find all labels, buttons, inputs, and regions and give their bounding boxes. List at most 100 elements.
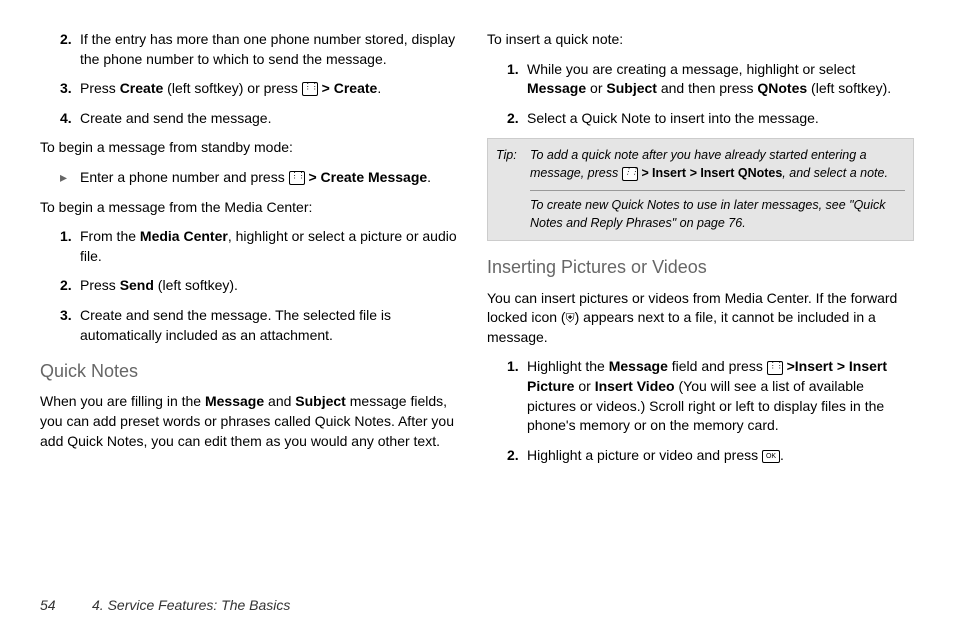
text: To create new Quick Notes to use in late… bbox=[530, 198, 886, 230]
bold-text: Message bbox=[205, 393, 264, 409]
section-lead: To begin a message from standby mode: bbox=[40, 138, 467, 158]
list-item: ▸ Enter a phone number and press > Creat… bbox=[40, 168, 467, 188]
text: Press bbox=[80, 80, 120, 96]
two-column-layout: 2. If the entry has more than one phone … bbox=[40, 30, 914, 578]
text: (left softkey). bbox=[807, 80, 891, 96]
divider bbox=[530, 190, 905, 191]
bold-text: Message bbox=[527, 80, 586, 96]
text: When you are filling in the bbox=[40, 393, 205, 409]
text: Highlight the bbox=[527, 358, 609, 374]
text: or bbox=[586, 80, 606, 96]
bold-text: Insert QNotes bbox=[700, 166, 782, 180]
page-number: 54 bbox=[40, 596, 64, 616]
list-number: 3. bbox=[60, 79, 80, 99]
list-body: Enter a phone number and press > Create … bbox=[80, 168, 467, 188]
bold-text: Send bbox=[120, 277, 154, 293]
bold-text: Create bbox=[120, 80, 164, 96]
text: From the bbox=[80, 228, 140, 244]
text: and then press bbox=[657, 80, 757, 96]
text: Highlight a picture or video and press bbox=[527, 447, 762, 463]
tip-label: Tip: bbox=[496, 147, 530, 232]
list-body: Select a Quick Note to insert into the m… bbox=[527, 109, 914, 129]
list-item: 2. If the entry has more than one phone … bbox=[40, 30, 467, 69]
bold-text: Subject bbox=[606, 80, 657, 96]
heading-inserting-pictures: Inserting Pictures or Videos bbox=[487, 255, 914, 280]
text: and bbox=[264, 393, 295, 409]
document-page: 2. If the entry has more than one phone … bbox=[0, 0, 954, 636]
list-item: 2. Highlight a picture or video and pres… bbox=[487, 446, 914, 466]
text: (left softkey) or press bbox=[163, 80, 301, 96]
list-item: 1. Highlight the Message field and press… bbox=[487, 357, 914, 435]
text: Press bbox=[80, 277, 120, 293]
section-lead: To insert a quick note: bbox=[487, 30, 914, 50]
text: While you are creating a message, highli… bbox=[527, 61, 855, 77]
chevron-icon: > bbox=[322, 80, 330, 96]
bold-text: QNotes bbox=[757, 80, 807, 96]
list-body: Highlight a picture or video and press O… bbox=[527, 446, 914, 466]
list-number: 4. bbox=[60, 109, 80, 129]
paragraph: When you are filling in the Message and … bbox=[40, 392, 467, 451]
text: . bbox=[780, 447, 784, 463]
bold-text: Media Center bbox=[140, 228, 228, 244]
list-body: Create and send the message. The selecte… bbox=[80, 306, 467, 345]
list-body: From the Media Center, highlight or sele… bbox=[80, 227, 467, 266]
list-body: Create and send the message. bbox=[80, 109, 467, 129]
chapter-title: 4. Service Features: The Basics bbox=[92, 596, 290, 616]
text: or bbox=[574, 378, 594, 394]
bold-text: Insert bbox=[795, 358, 833, 374]
list-item: 1. While you are creating a message, hig… bbox=[487, 60, 914, 99]
text: (left softkey). bbox=[154, 277, 238, 293]
text: Enter a phone number and press bbox=[80, 169, 289, 185]
list-number: 2. bbox=[507, 446, 527, 466]
list-body: While you are creating a message, highli… bbox=[527, 60, 914, 99]
text: . bbox=[427, 169, 431, 185]
tip-box: Tip: To add a quick note after you have … bbox=[487, 138, 914, 241]
bold-text: Insert Video bbox=[595, 378, 675, 394]
chevron-icon: > bbox=[837, 358, 845, 374]
chevron-icon: > bbox=[308, 169, 316, 185]
right-column: To insert a quick note: 1. While you are… bbox=[487, 30, 914, 578]
menu-key-icon bbox=[289, 171, 305, 185]
list-item: 4. Create and send the message. bbox=[40, 109, 467, 129]
left-column: 2. If the entry has more than one phone … bbox=[40, 30, 467, 578]
bold-text: Create bbox=[334, 80, 378, 96]
text: . bbox=[377, 80, 381, 96]
list-body: Press Send (left softkey). bbox=[80, 276, 467, 296]
bullet-icon: ▸ bbox=[60, 168, 80, 188]
bold-text: Subject bbox=[295, 393, 346, 409]
ok-key-icon: OK bbox=[762, 450, 780, 463]
list-body: Highlight the Message field and press >I… bbox=[527, 357, 914, 435]
bold-text: Message bbox=[609, 358, 668, 374]
text: field and press bbox=[668, 358, 767, 374]
heading-quick-notes: Quick Notes bbox=[40, 359, 467, 384]
list-item: 1. From the Media Center, highlight or s… bbox=[40, 227, 467, 266]
paragraph: You can insert pictures or videos from M… bbox=[487, 289, 914, 348]
list-body: If the entry has more than one phone num… bbox=[80, 30, 467, 69]
list-number: 1. bbox=[507, 357, 527, 435]
tip-row: Tip: To add a quick note after you have … bbox=[496, 147, 905, 232]
menu-key-icon bbox=[302, 82, 318, 96]
list-item: 2. Select a Quick Note to insert into th… bbox=[487, 109, 914, 129]
bold-text: Insert bbox=[652, 166, 686, 180]
chevron-icon: > bbox=[787, 358, 795, 374]
list-number: 3. bbox=[60, 306, 80, 345]
list-number: 2. bbox=[507, 109, 527, 129]
list-item: 3. Press Create (left softkey) or press … bbox=[40, 79, 467, 99]
section-lead: To begin a message from the Media Center… bbox=[40, 198, 467, 218]
list-number: 2. bbox=[60, 30, 80, 69]
list-body: Press Create (left softkey) or press > C… bbox=[80, 79, 467, 99]
bold-text: Create Message bbox=[321, 169, 428, 185]
text: , and select a note. bbox=[782, 166, 888, 180]
forward-locked-icon: ⛨ bbox=[566, 310, 575, 327]
list-item: 2. Press Send (left softkey). bbox=[40, 276, 467, 296]
page-footer: 54 4. Service Features: The Basics bbox=[40, 596, 914, 616]
list-item: 3. Create and send the message. The sele… bbox=[40, 306, 467, 345]
chevron-icon: > bbox=[641, 166, 648, 180]
menu-key-icon bbox=[767, 361, 783, 375]
list-number: 1. bbox=[507, 60, 527, 99]
chevron-icon: > bbox=[690, 166, 697, 180]
list-number: 2. bbox=[60, 276, 80, 296]
tip-body: To add a quick note after you have alrea… bbox=[530, 147, 905, 232]
list-number: 1. bbox=[60, 227, 80, 266]
menu-key-icon bbox=[622, 167, 638, 181]
